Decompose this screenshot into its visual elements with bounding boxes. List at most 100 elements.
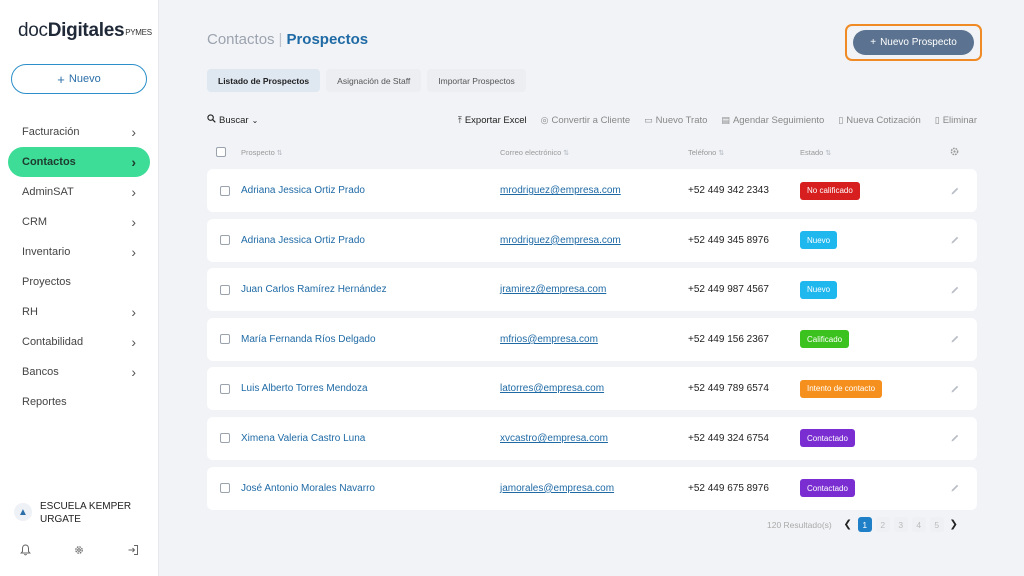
row-checkbox[interactable]	[220, 467, 230, 510]
chevron-right-icon: ›	[131, 334, 136, 350]
tab-listado-de-prospectos[interactable]: Listado de Prospectos	[207, 69, 321, 92]
page-title: Prospectos	[286, 31, 369, 48]
column-settings-gear-icon[interactable]	[949, 146, 960, 159]
page-3-button[interactable]: 3	[893, 517, 908, 532]
status-cell: Calificado	[800, 318, 850, 361]
tab-asignacion-de-staff[interactable]: Asignación de Staff	[326, 69, 422, 92]
table-row[interactable]: Juan Carlos Ramírez Hernández jramirez@em…	[207, 268, 977, 312]
prospect-name-link[interactable]: María Fernanda Ríos Delgado	[241, 318, 376, 361]
status-badge: Contactado	[800, 479, 855, 498]
sidebar-item-label: RH	[22, 306, 38, 318]
new-button[interactable]: + Nuevo	[11, 64, 147, 94]
column-header-prospect[interactable]: Prospecto ⇅	[241, 148, 283, 157]
edit-pencil-icon[interactable]	[950, 417, 960, 460]
tab-importar-prospectos[interactable]: Importar Prospectos	[427, 69, 526, 92]
table-row[interactable]: Adriana Jessica Ortiz Prado mrodriguez@em…	[207, 218, 977, 262]
nuevo-trato-button[interactable]: ▭ Nuevo Trato	[644, 115, 707, 126]
search-button[interactable]: Buscar ⌄	[207, 114, 258, 126]
organization-switcher[interactable]: ▲ ESCUELA KEMPER URGATE	[14, 500, 154, 526]
phone-value: +52 449 789 6574	[688, 383, 769, 395]
status-cell: Contactado	[800, 467, 855, 510]
page-2-button[interactable]: 2	[875, 517, 890, 532]
sort-icon: ⇅	[825, 150, 832, 157]
select-all-checkbox[interactable]	[216, 147, 226, 157]
status-badge: Intento de contacto	[800, 379, 883, 398]
bell-icon[interactable]	[18, 543, 32, 557]
nueva-cotizacion-button[interactable]: ▯ Nueva Cotización	[838, 115, 920, 126]
calendar-icon: ▤	[721, 114, 730, 125]
prospect-name-link[interactable]: Luis Alberto Torres Mendoza	[241, 367, 368, 410]
brand-logo[interactable]: docDigitalesPYMES	[18, 20, 152, 42]
sidebar-item-inventario[interactable]: Inventario ›	[8, 237, 150, 267]
sidebar-item-label: Contabilidad	[22, 336, 84, 348]
edit-pencil-icon[interactable]	[950, 268, 960, 311]
edit-pencil-icon[interactable]	[950, 318, 960, 361]
logout-icon[interactable]	[126, 543, 140, 557]
page-list: 12345	[857, 517, 944, 532]
email-link[interactable]: xvcastro@empresa.com	[500, 417, 608, 460]
next-page-chevron-icon[interactable]: ❯	[948, 519, 960, 530]
eliminar-button[interactable]: ▯ Eliminar	[935, 115, 977, 126]
prospect-name-link[interactable]: Adriana Jessica Ortiz Prado	[241, 169, 365, 212]
sidebar-item-reportes[interactable]: Reportes	[8, 387, 150, 417]
pagination: 120 Resultado(s) ❮ 12345 ❯	[767, 517, 960, 532]
page-1-button[interactable]: 1	[857, 517, 872, 532]
sidebar-item-crm[interactable]: CRM ›	[8, 207, 150, 237]
status-cell: No calificado	[800, 169, 860, 212]
phone-value: +52 449 156 2367	[688, 333, 769, 345]
column-header-phone[interactable]: Teléfono ⇅	[688, 148, 724, 157]
chevron-right-icon: ›	[131, 184, 136, 200]
row-checkbox[interactable]	[220, 318, 230, 361]
prospect-name-link[interactable]: Adriana Jessica Ortiz Prado	[241, 219, 365, 262]
gear-icon[interactable]	[72, 543, 86, 557]
row-checkbox[interactable]	[220, 219, 230, 262]
email-link[interactable]: jramirez@empresa.com	[500, 268, 606, 311]
row-checkbox[interactable]	[220, 268, 230, 311]
new-prospect-button[interactable]: + Nuevo Prospecto	[853, 30, 974, 55]
table-row[interactable]: Adriana Jessica Ortiz Prado mrodriguez@em…	[207, 169, 977, 212]
row-checkbox[interactable]	[220, 169, 230, 212]
table-row[interactable]: Ximena Valeria Castro Luna xvcastro@empre…	[207, 416, 977, 460]
sidebar-item-rh[interactable]: RH ›	[8, 297, 150, 327]
table-row[interactable]: José Antonio Morales Navarro jamorales@em…	[207, 466, 977, 510]
sidebar-item-facturacion[interactable]: Facturación ›	[8, 117, 150, 147]
sidebar-item-adminsat[interactable]: AdminSAT ›	[8, 177, 150, 207]
prev-page-chevron-icon[interactable]: ❮	[842, 519, 854, 530]
sidebar-item-proyectos[interactable]: Proyectos	[8, 267, 150, 297]
email-link[interactable]: latorres@empresa.com	[500, 367, 604, 410]
page-5-button[interactable]: 5	[929, 517, 944, 532]
table-row[interactable]: Luis Alberto Torres Mendoza latorres@empr…	[207, 367, 977, 411]
phone-value: +52 449 675 8976	[688, 482, 769, 494]
prospect-name-link[interactable]: José Antonio Morales Navarro	[241, 467, 375, 510]
prospect-name-link[interactable]: Juan Carlos Ramírez Hernández	[241, 268, 387, 311]
status-badge: No calificado	[800, 181, 860, 200]
sidebar-item-contactos[interactable]: Contactos ›	[8, 147, 150, 177]
row-checkbox[interactable]	[220, 367, 230, 410]
sort-icon: ⇅	[718, 150, 725, 157]
column-header-email[interactable]: Correo electrónico ⇅	[500, 148, 569, 157]
column-header-status[interactable]: Estado ⇅	[800, 148, 831, 157]
table-row[interactable]: María Fernanda Ríos Delgado mfrios@empres…	[207, 317, 977, 361]
sidebar-item-bancos[interactable]: Bancos ›	[8, 357, 150, 387]
edit-pencil-icon[interactable]	[950, 219, 960, 262]
sidebar-item-contabilidad[interactable]: Contabilidad ›	[8, 327, 150, 357]
email-link[interactable]: mfrios@empresa.com	[500, 318, 598, 361]
phone-value: +52 449 987 4567	[688, 284, 769, 296]
convertir-a-cliente-button[interactable]: ◎ Convertir a Cliente	[541, 115, 631, 126]
sidebar-item-label: Proyectos	[22, 276, 71, 288]
exportar-excel-button[interactable]: ⤒ Exportar Excel	[458, 115, 527, 126]
chevron-right-icon: ›	[131, 154, 136, 170]
edit-pencil-icon[interactable]	[950, 169, 960, 212]
row-checkbox[interactable]	[220, 417, 230, 460]
email-link[interactable]: jamorales@empresa.com	[500, 467, 614, 510]
agendar-seguimiento-button[interactable]: ▤ Agendar Seguimiento	[721, 115, 824, 126]
breadcrumb-parent[interactable]: Contactos	[207, 31, 275, 48]
edit-pencil-icon[interactable]	[950, 467, 960, 510]
email-link[interactable]: mrodriguez@empresa.com	[500, 219, 621, 262]
email-link[interactable]: mrodriguez@empresa.com	[500, 169, 621, 212]
breadcrumb-separator: |	[278, 31, 283, 48]
document-icon: ▯	[838, 114, 844, 125]
page-4-button[interactable]: 4	[911, 517, 926, 532]
prospect-name-link[interactable]: Ximena Valeria Castro Luna	[241, 417, 365, 460]
edit-pencil-icon[interactable]	[950, 367, 960, 410]
